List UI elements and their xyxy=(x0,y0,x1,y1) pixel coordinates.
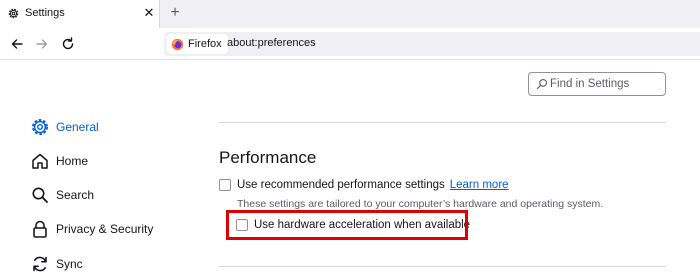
tab-title: Settings xyxy=(25,7,65,19)
section-divider xyxy=(219,266,666,267)
tab-settings[interactable]: Settings ✕ xyxy=(0,0,160,28)
preferences-page: Find in Settings General Home Search Pri… xyxy=(0,60,700,273)
search-placeholder: Find in Settings xyxy=(550,78,630,90)
identity-box[interactable]: Firefox xyxy=(167,34,228,54)
identity-label: Firefox xyxy=(188,38,222,50)
sidebar-item-general[interactable]: General xyxy=(30,115,99,139)
sidebar-item-label: Search xyxy=(56,188,95,202)
search-icon xyxy=(536,78,548,90)
sidebar-item-label: General xyxy=(56,120,99,134)
sidebar-item-label: Sync xyxy=(56,257,83,271)
sidebar-item-home[interactable]: Home xyxy=(30,149,88,173)
performance-heading: Performance xyxy=(219,148,317,167)
reload-icon[interactable] xyxy=(60,36,76,52)
recommended-performance-label[interactable]: Use recommended performance settings xyxy=(237,179,445,191)
lock-icon xyxy=(33,220,47,238)
home-icon xyxy=(32,153,48,169)
back-arrow-icon[interactable] xyxy=(9,36,25,52)
firefox-logo-icon xyxy=(171,38,184,50)
recommended-performance-row: Use recommended performance settings Lea… xyxy=(219,179,509,191)
close-tab-button[interactable]: ✕ xyxy=(141,4,157,22)
sidebar-item-search[interactable]: Search xyxy=(30,183,94,207)
sidebar-item-privacy-security[interactable]: Privacy & Security xyxy=(30,217,153,241)
url-text[interactable]: about:preferences xyxy=(227,37,316,49)
section-divider xyxy=(219,122,666,123)
performance-hint: These settings are tailored to your comp… xyxy=(237,198,604,210)
find-in-settings-input[interactable]: Find in Settings xyxy=(528,72,666,96)
recommended-performance-checkbox[interactable] xyxy=(219,179,231,191)
sidebar-item-sync[interactable]: Sync xyxy=(30,252,83,276)
new-tab-button[interactable]: + xyxy=(166,3,184,23)
sync-icon xyxy=(33,256,47,272)
gear-icon xyxy=(32,119,48,135)
gear-icon xyxy=(8,8,19,19)
learn-more-link[interactable]: Learn more xyxy=(450,179,509,191)
url-bar[interactable]: Firefox about:preferences xyxy=(164,32,700,56)
forward-arrow-icon[interactable] xyxy=(34,36,50,52)
highlight-box xyxy=(226,210,468,240)
sidebar-item-label: Privacy & Security xyxy=(56,222,154,236)
search-icon xyxy=(32,187,48,203)
nav-bar: Firefox about:preferences xyxy=(0,28,700,60)
sidebar-item-label: Home xyxy=(56,154,89,168)
tab-strip: Settings ✕ + xyxy=(0,0,700,28)
